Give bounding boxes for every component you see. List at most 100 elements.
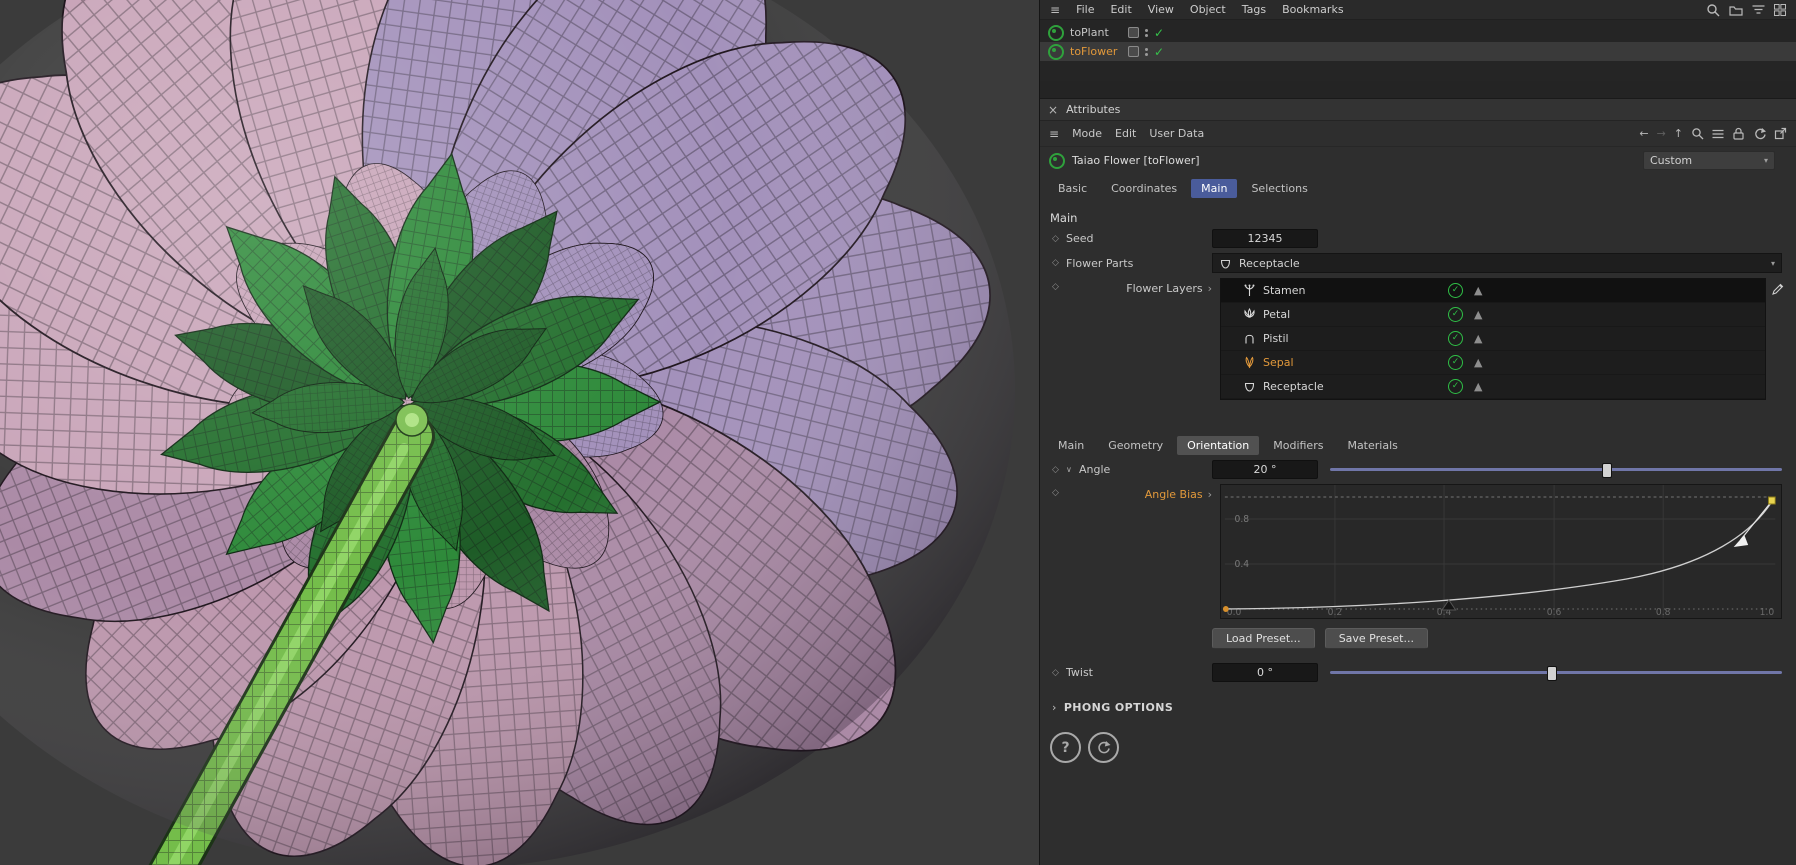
- angle-slider[interactable]: [1330, 462, 1782, 478]
- flower-parts-dropdown[interactable]: Receptacle ▾: [1212, 253, 1782, 273]
- angle-row: ◇ ∨ Angle 20 °: [1040, 460, 1796, 479]
- seed-label: Seed: [1066, 232, 1094, 245]
- expand-arrow-icon[interactable]: ›: [1208, 488, 1212, 501]
- refresh-icon[interactable]: [1753, 127, 1766, 140]
- folder-icon[interactable]: [1729, 4, 1743, 16]
- chevron-down-icon[interactable]: ∨: [1066, 465, 1079, 474]
- layer-name[interactable]: Stamen: [1263, 284, 1448, 297]
- tab-selections[interactable]: Selections: [1241, 179, 1317, 198]
- menu-item-edit[interactable]: Edit: [1115, 127, 1136, 140]
- 3d-viewport[interactable]: [0, 0, 1040, 865]
- bias-curve[interactable]: [1224, 500, 1773, 610]
- search-icon[interactable]: [1706, 3, 1720, 17]
- phong-options-group[interactable]: › PHONG OPTIONS: [1040, 687, 1796, 714]
- lock-icon[interactable]: [1732, 127, 1745, 140]
- layer-enabled-icon[interactable]: ✓: [1448, 283, 1463, 298]
- flower-parts-row: ◇ Flower Parts Receptacle ▾: [1040, 253, 1796, 273]
- filter-icon[interactable]: [1752, 4, 1765, 15]
- tab-orientation[interactable]: Orientation: [1177, 436, 1260, 455]
- help-icon[interactable]: ?: [1050, 732, 1081, 763]
- object-name[interactable]: toPlant: [1070, 26, 1122, 39]
- layer-row-petal[interactable]: Petal ✓ ▲: [1221, 303, 1765, 327]
- layer-name[interactable]: Receptacle: [1263, 380, 1448, 393]
- tab-main[interactable]: Main: [1048, 436, 1094, 455]
- enabled-check-icon[interactable]: ✓: [1154, 46, 1164, 58]
- layer-warning-icon[interactable]: ▲: [1474, 332, 1482, 345]
- layer-enabled-icon[interactable]: ✓: [1448, 331, 1463, 346]
- reset-icon[interactable]: [1088, 732, 1119, 763]
- preset-dropdown[interactable]: Custom ▾: [1643, 151, 1775, 170]
- menu-item-user-data[interactable]: User Data: [1149, 127, 1204, 140]
- bias-spline-chart[interactable]: 0.8 0.4 0.0 0.2 0.4 0.6 0.8 1.0: [1221, 485, 1781, 618]
- tab-materials[interactable]: Materials: [1337, 436, 1407, 455]
- layer-warning-icon[interactable]: ▲: [1474, 356, 1482, 369]
- edit-pencil-icon[interactable]: [1771, 282, 1784, 295]
- layer-warning-icon[interactable]: ▲: [1474, 380, 1482, 393]
- hamburger-icon[interactable]: ≡: [1049, 127, 1059, 141]
- layer-chip-icon[interactable]: [1128, 27, 1139, 38]
- angle-slider-handle[interactable]: [1601, 463, 1612, 478]
- curve-start-point[interactable]: [1222, 606, 1229, 612]
- layer-name[interactable]: Petal: [1263, 308, 1448, 321]
- twist-slider-handle[interactable]: [1547, 666, 1558, 681]
- tab-modifiers[interactable]: Modifiers: [1263, 436, 1333, 455]
- tab-coordinates[interactable]: Coordinates: [1101, 179, 1187, 198]
- keyframe-diamond-icon[interactable]: ◇: [1052, 484, 1066, 498]
- hamburger-icon[interactable]: ≡: [1050, 3, 1060, 17]
- object-row-toflower[interactable]: toFlower ✓: [1040, 42, 1796, 61]
- curve-end-point[interactable]: [1767, 496, 1776, 505]
- manager-empty-area: [1040, 81, 1796, 99]
- layer-row-sepal[interactable]: Sepal ✓ ▲: [1221, 351, 1765, 375]
- object-name[interactable]: toFlower: [1070, 45, 1122, 58]
- layout-grid-icon[interactable]: [1774, 3, 1786, 16]
- layer-row-stamen[interactable]: Stamen ✓ ▲: [1221, 279, 1765, 303]
- twist-slider[interactable]: [1330, 665, 1782, 681]
- keyframe-diamond-icon[interactable]: ◇: [1052, 234, 1066, 244]
- circular-arrow-icon: [1098, 741, 1111, 754]
- tab-geometry[interactable]: Geometry: [1098, 436, 1173, 455]
- filter-icon[interactable]: [1712, 129, 1724, 139]
- layer-name[interactable]: Sepal: [1263, 356, 1448, 369]
- visibility-dots-icon[interactable]: [1145, 28, 1148, 37]
- angle-input[interactable]: 20 °: [1212, 460, 1318, 479]
- layer-row-receptacle[interactable]: Receptacle ✓ ▲: [1221, 375, 1765, 399]
- seed-input[interactable]: 12345: [1212, 229, 1318, 248]
- menu-item-file[interactable]: File: [1076, 3, 1094, 16]
- menu-item-bookmarks[interactable]: Bookmarks: [1282, 3, 1343, 16]
- visibility-dots-icon[interactable]: [1145, 47, 1148, 56]
- search-icon[interactable]: [1691, 127, 1704, 140]
- expand-arrow-icon[interactable]: ›: [1208, 282, 1212, 295]
- keyframe-diamond-icon[interactable]: ◇: [1052, 465, 1066, 475]
- layer-warning-icon[interactable]: ▲: [1474, 284, 1482, 297]
- parent-up-icon[interactable]: ↑: [1674, 127, 1683, 140]
- save-preset-button[interactable]: Save Preset...: [1324, 628, 1428, 649]
- menu-item-tags[interactable]: Tags: [1242, 3, 1266, 16]
- keyframe-diamond-icon[interactable]: ◇: [1052, 258, 1066, 268]
- layer-row-pistil[interactable]: Pistil ✓ ▲: [1221, 327, 1765, 351]
- keyframe-diamond-icon[interactable]: ◇: [1052, 278, 1066, 292]
- layer-enabled-icon[interactable]: ✓: [1448, 355, 1463, 370]
- load-preset-button[interactable]: Load Preset...: [1212, 628, 1315, 649]
- layer-warning-icon[interactable]: ▲: [1474, 308, 1482, 321]
- menu-item-view[interactable]: View: [1148, 3, 1174, 16]
- new-window-icon[interactable]: [1774, 127, 1787, 140]
- tangent-handle[interactable]: [1733, 535, 1749, 547]
- layer-enabled-icon[interactable]: ✓: [1448, 379, 1463, 394]
- history-forward-icon[interactable]: →: [1657, 127, 1666, 140]
- angle-bias-curve-editor[interactable]: 0.8 0.4 0.0 0.2 0.4 0.6 0.8 1.0: [1220, 484, 1782, 619]
- layer-chip-icon[interactable]: [1128, 46, 1139, 57]
- menu-item-object[interactable]: Object: [1190, 3, 1226, 16]
- object-row-toplant[interactable]: toPlant ✓: [1040, 23, 1796, 42]
- tab-basic[interactable]: Basic: [1048, 179, 1097, 198]
- menu-item-mode[interactable]: Mode: [1072, 127, 1102, 140]
- enabled-check-icon[interactable]: ✓: [1154, 27, 1164, 39]
- layer-name[interactable]: Pistil: [1263, 332, 1448, 345]
- close-icon[interactable]: ×: [1048, 103, 1058, 117]
- menu-item-edit[interactable]: Edit: [1110, 3, 1131, 16]
- right-panel: ≡ File Edit View Object Tags Bookmarks t…: [1040, 0, 1796, 865]
- keyframe-diamond-icon[interactable]: ◇: [1052, 668, 1066, 678]
- tab-main[interactable]: Main: [1191, 179, 1238, 198]
- layer-enabled-icon[interactable]: ✓: [1448, 307, 1463, 322]
- twist-input[interactable]: 0 °: [1212, 663, 1318, 682]
- history-back-icon[interactable]: ←: [1639, 127, 1648, 140]
